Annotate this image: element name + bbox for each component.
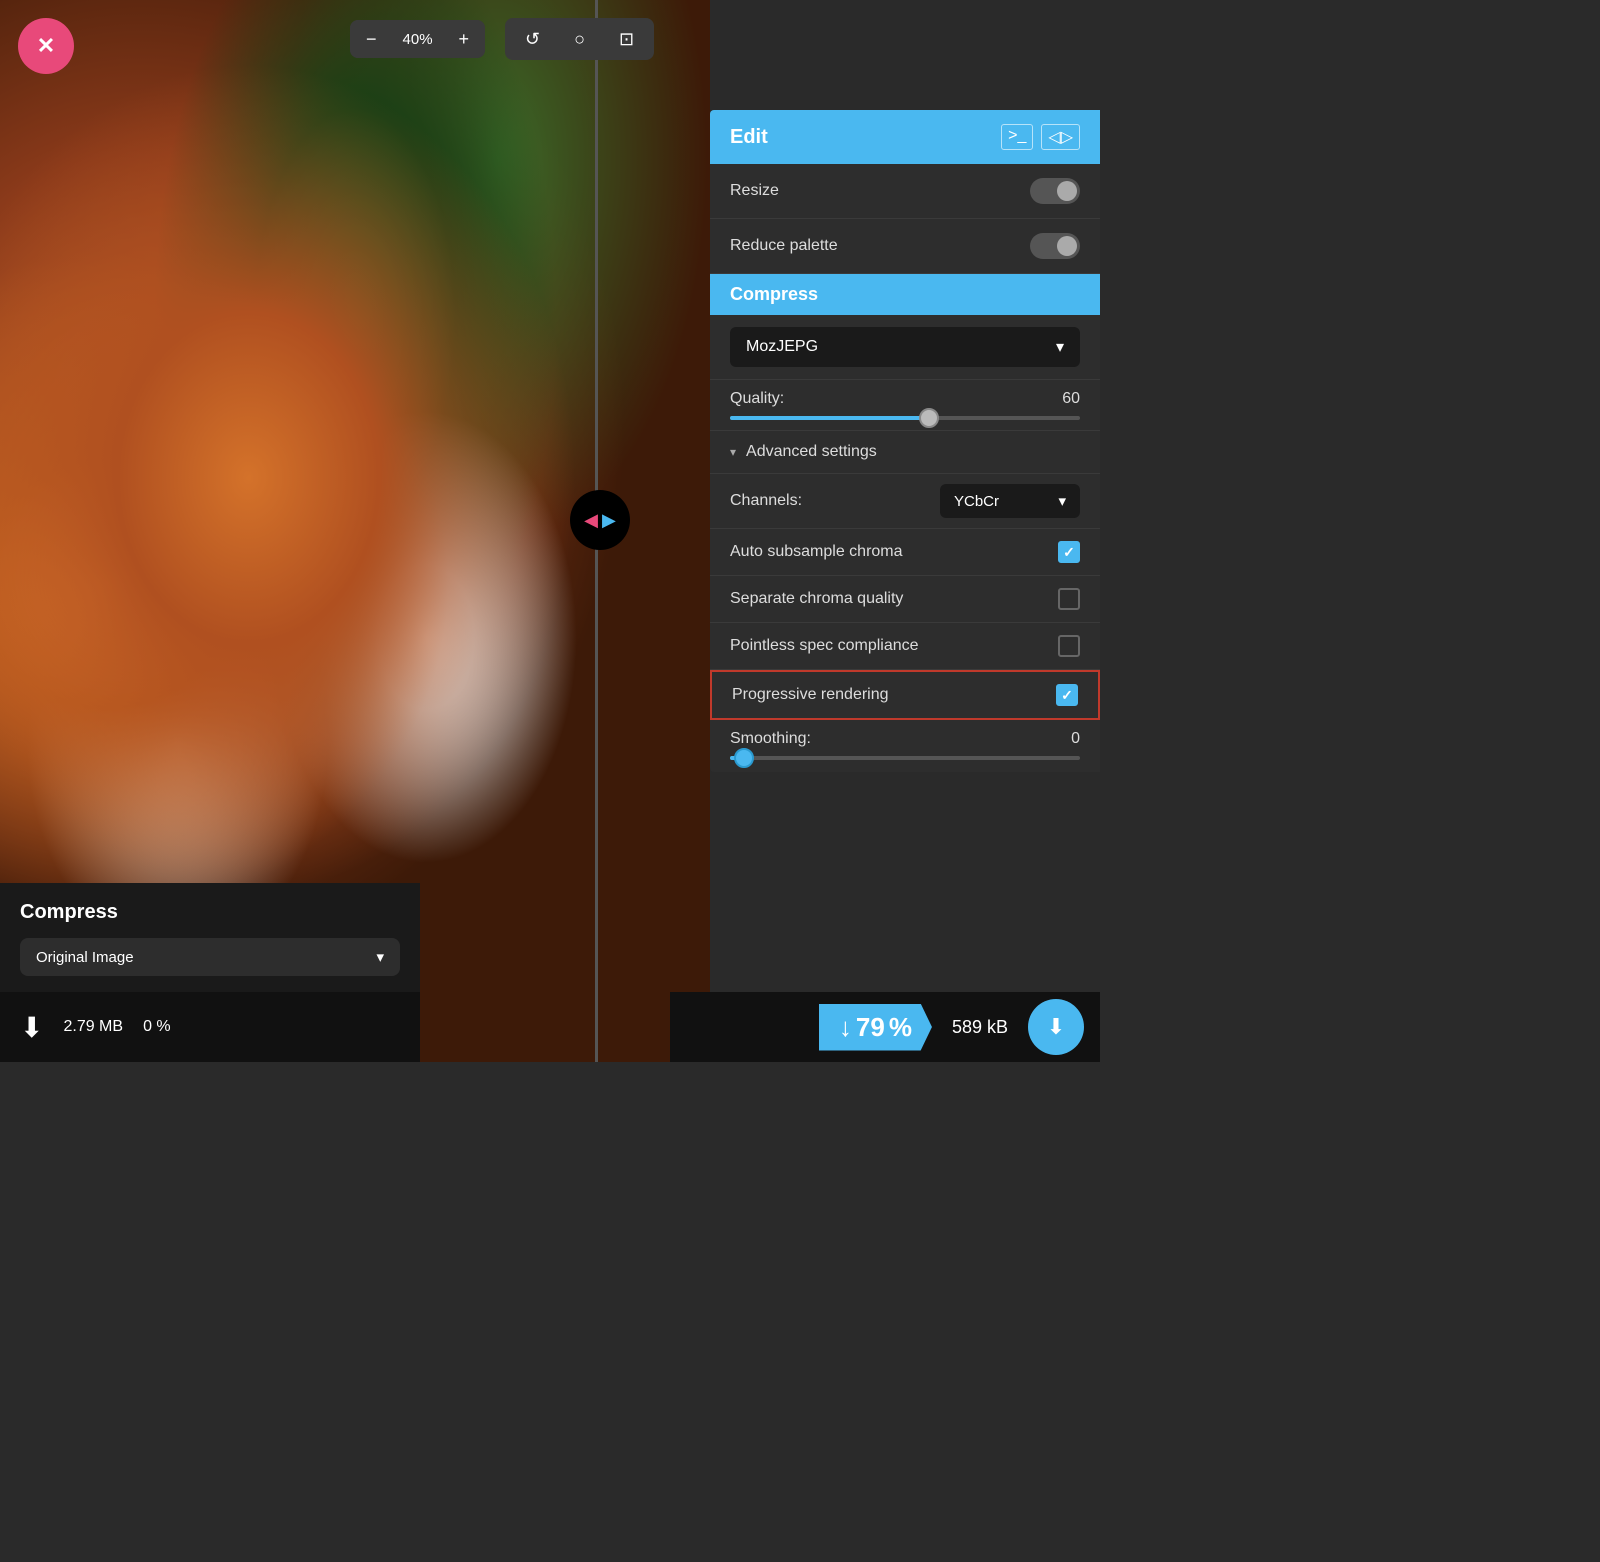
advanced-settings-label: Advanced settings	[746, 443, 877, 461]
auto-subsample-label: Auto subsample chroma	[730, 543, 903, 561]
panel-title: Edit	[730, 126, 768, 149]
compress-section-header: Compress	[710, 274, 1100, 315]
quality-label-row: Quality: 60	[730, 390, 1080, 408]
channels-dropdown[interactable]: YCbCr ▾	[940, 484, 1080, 518]
smoothing-label-row: Smoothing: 0	[730, 730, 1080, 748]
separate-chroma-checkbox[interactable]	[1058, 588, 1080, 610]
compare-icon[interactable]: ◁▷	[1041, 124, 1080, 150]
zoom-value: 40%	[393, 21, 443, 58]
channels-row: Channels: YCbCr ▾	[710, 474, 1100, 529]
right-panel: Edit >_ ◁▷ Resize Reduce palette Compres…	[710, 110, 1100, 772]
channels-label: Channels:	[730, 492, 802, 510]
codec-value: MozJEPG	[746, 338, 818, 356]
smoothing-slider-thumb[interactable]	[734, 748, 754, 768]
download-icon: ⬇	[1047, 1014, 1065, 1040]
quality-row: Quality: 60	[710, 380, 1100, 431]
smoothing-row: Smoothing: 0	[710, 720, 1100, 772]
auto-subsample-row: Auto subsample chroma	[710, 529, 1100, 576]
pointless-spec-checkbox[interactable]	[1058, 635, 1080, 657]
savings-percent-sign: %	[889, 1012, 912, 1043]
download-left-icon: ⬇	[20, 1011, 43, 1044]
chevron-down-icon: ▾	[730, 445, 736, 459]
circle-button[interactable]: ○	[558, 20, 601, 58]
savings-arrow-icon: ↓	[839, 1012, 852, 1043]
close-icon: ✕	[37, 33, 55, 59]
source-dropdown[interactable]: Original Image ▾	[20, 938, 400, 976]
bottom-status-left: ⬇ 2.79 MB 0 %	[0, 992, 420, 1062]
resize-label: Resize	[730, 182, 779, 200]
zoom-controls: − 40% +	[350, 20, 485, 58]
bottom-status-right: ↓ 79 % 589 kB ⬇	[670, 992, 1100, 1062]
quality-value: 60	[1062, 390, 1080, 408]
zoom-out-button[interactable]: −	[350, 20, 393, 58]
separate-chroma-label: Separate chroma quality	[730, 590, 903, 608]
channels-value: YCbCr	[954, 493, 999, 510]
panel-header: Edit >_ ◁▷	[710, 110, 1100, 164]
compress-panel: Compress Original Image ▾	[0, 883, 420, 992]
compress-panel-title: Compress	[20, 901, 400, 924]
smoothing-value: 0	[1071, 730, 1080, 748]
panel-header-icons: >_ ◁▷	[1001, 124, 1080, 150]
reduce-palette-label: Reduce palette	[730, 237, 838, 255]
grid-button[interactable]: ⊡	[603, 20, 650, 58]
output-size-label: 589 kB	[940, 1017, 1020, 1038]
advanced-settings-row[interactable]: ▾ Advanced settings	[710, 431, 1100, 474]
view-controls: ↺ ○ ⊡	[505, 18, 654, 60]
reduction-percent-label: 0 %	[143, 1018, 171, 1036]
codec-arrow-icon: ▾	[1056, 337, 1064, 357]
auto-subsample-checkbox[interactable]	[1058, 541, 1080, 563]
terminal-icon[interactable]: >_	[1001, 124, 1033, 150]
quality-label: Quality:	[730, 390, 784, 408]
codec-dropdown[interactable]: MozJEPG ▾	[730, 327, 1080, 367]
smoothing-label: Smoothing:	[730, 730, 811, 748]
channels-arrow-icon: ▾	[1058, 492, 1066, 510]
pointless-spec-row: Pointless spec compliance	[710, 623, 1100, 670]
compare-handle[interactable]	[570, 490, 630, 550]
quality-slider-track[interactable]	[730, 416, 1080, 420]
savings-percent: 79	[856, 1012, 885, 1043]
zoom-in-button[interactable]: +	[443, 20, 486, 58]
download-button[interactable]: ⬇	[1028, 999, 1084, 1055]
codec-dropdown-row: MozJEPG ▾	[710, 315, 1100, 380]
source-value: Original Image	[36, 949, 134, 966]
pointless-spec-label: Pointless spec compliance	[730, 637, 919, 655]
separate-chroma-row: Separate chroma quality	[710, 576, 1100, 623]
progressive-checkbox[interactable]	[1056, 684, 1078, 706]
progressive-label: Progressive rendering	[732, 686, 889, 704]
smoothing-slider-track[interactable]	[730, 756, 1080, 760]
close-button[interactable]: ✕	[18, 18, 74, 74]
quality-slider-thumb[interactable]	[919, 408, 939, 428]
compress-section-title: Compress	[730, 284, 818, 304]
resize-row: Resize	[710, 164, 1100, 219]
rotate-button[interactable]: ↺	[509, 20, 556, 58]
source-dropdown-arrow-icon: ▾	[376, 948, 384, 966]
toolbar: − 40% + ↺ ○ ⊡	[350, 18, 654, 60]
progressive-rendering-row: Progressive rendering	[710, 670, 1100, 720]
reduce-palette-row: Reduce palette	[710, 219, 1100, 274]
quality-slider-fill	[730, 416, 923, 420]
reduce-palette-toggle[interactable]	[1030, 233, 1080, 259]
resize-toggle[interactable]	[1030, 178, 1080, 204]
file-size-label: 2.79 MB	[63, 1018, 123, 1036]
savings-badge: ↓ 79 %	[819, 1004, 932, 1051]
